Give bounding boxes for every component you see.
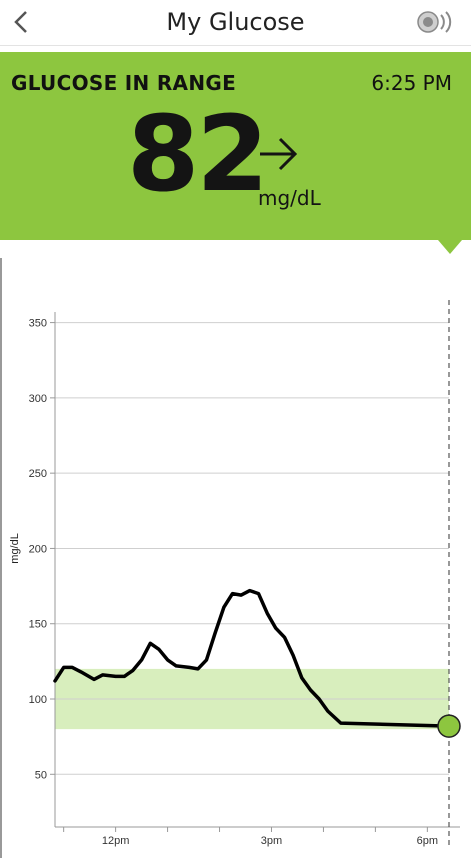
reading-time: 6:25 PM <box>371 71 452 95</box>
y-tick-label: 50 <box>35 769 47 781</box>
x-tick-label: 12pm <box>102 835 130 847</box>
glucose-status-label: GLUCOSE IN RANGE <box>11 71 237 95</box>
arrow-right-icon <box>260 137 298 171</box>
y-axis-label: mg/dL <box>9 533 21 564</box>
x-tick-label: 6pm <box>417 835 438 847</box>
glucose-value: 82 <box>127 93 269 215</box>
page-title: My Glucose <box>166 8 305 36</box>
x-tick-label: 3pm <box>261 835 282 847</box>
glucose-unit: mg/dL <box>258 186 321 210</box>
sensor-scan-icon <box>417 11 452 33</box>
glucose-status-banner: GLUCOSE IN RANGE 6:25 PM 82 mg/dL <box>0 52 471 240</box>
sensor-scan-button[interactable] <box>417 8 457 36</box>
glucose-history-chart: 50 100 150 200 250 300 350 12pm 3pm 6pm mg/dL <box>9 300 461 847</box>
y-tick-label: 350 <box>29 318 47 330</box>
y-tick-label: 150 <box>29 619 47 631</box>
y-tick-label: 250 <box>29 468 47 480</box>
y-tick-label: 200 <box>29 543 47 555</box>
banner-pointer <box>438 240 462 254</box>
y-tick-label: 100 <box>29 694 47 706</box>
y-tick-label: 300 <box>29 393 47 405</box>
app-header: My Glucose <box>0 0 471 46</box>
current-reading-point <box>437 714 461 738</box>
